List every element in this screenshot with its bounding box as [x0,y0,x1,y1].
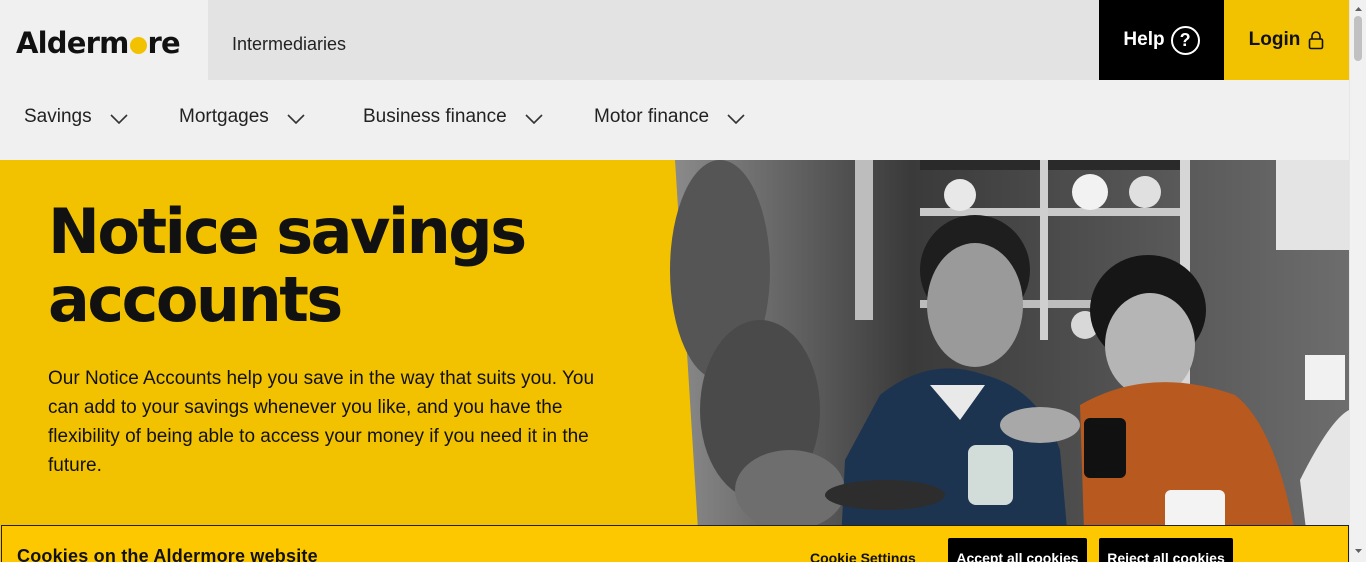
logo-container[interactable]: Alderm re [0,0,208,80]
nav-label: Motor finance [594,106,710,127]
help-label: Help [1123,29,1165,50]
scrollbar-thumb[interactable] [1354,16,1362,61]
hero-section: Notice savings accounts Our Notice Accou… [0,160,1349,562]
chevron-down-icon [110,114,128,124]
top-header: Alderm re Intermediaries Help ? Login [0,0,1349,80]
nav-item-mortgages[interactable]: Mortgages [179,106,305,128]
scroll-up-arrow-icon[interactable] [1350,2,1366,16]
accept-all-cookies-button[interactable]: Accept all cookies [948,538,1087,562]
cookie-settings-link[interactable]: Cookie Settings [810,550,916,562]
logo-text-end: re [147,26,181,60]
reject-all-cookies-button[interactable]: Reject all cookies [1099,538,1233,562]
logo-text-start: Alderm [16,26,129,60]
chevron-down-icon [525,114,543,124]
page-scrollbar[interactable] [1349,0,1366,562]
logo-dot-icon [129,37,147,54]
intermediaries-link[interactable]: Intermediaries [232,34,346,55]
nav-label: Mortgages [179,106,269,127]
padlock-icon [1309,31,1324,50]
nav-item-motor-finance[interactable]: Motor finance [594,106,745,128]
page-title: Notice savings accounts [48,195,527,336]
aldermore-logo[interactable]: Alderm re [16,25,181,61]
login-label: Login [1248,29,1301,50]
nav-item-savings[interactable]: Savings [24,106,128,128]
nav-item-business-finance[interactable]: Business finance [363,106,543,128]
cookie-banner-title: Cookies on the Aldermore website [17,546,318,562]
question-circle-icon: ? [1170,25,1200,55]
nav-label: Savings [24,106,92,127]
scroll-down-arrow-icon[interactable] [1350,544,1366,558]
chevron-down-icon [727,114,745,124]
hero-description: Our Notice Accounts help you save in the… [48,368,595,476]
primary-nav: Savings Mortgages Business finance Motor… [0,80,1349,160]
chevron-down-icon [287,114,305,124]
nav-label: Business finance [363,106,507,127]
help-button[interactable]: Help ? [1099,0,1224,80]
cookie-banner: Cookies on the Aldermore website Cookie … [1,525,1349,562]
login-button[interactable]: Login [1224,0,1349,80]
